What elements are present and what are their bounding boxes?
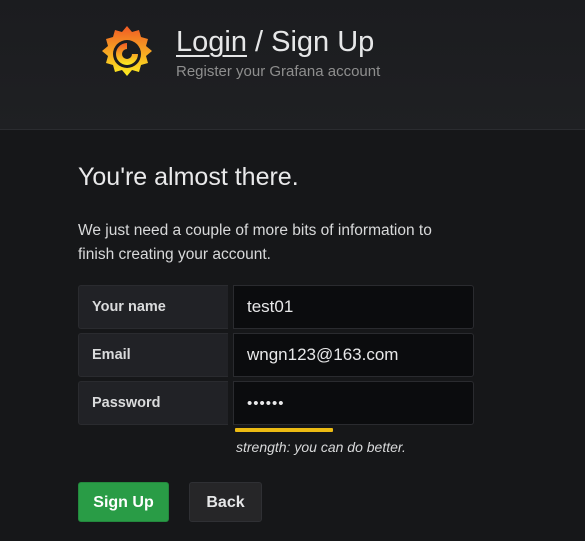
name-input[interactable] [233,285,474,329]
email-input[interactable] [233,333,474,377]
almost-there-heading: You're almost there. [78,163,299,191]
password-input[interactable] [233,381,474,425]
page-title: Login / Sign Up [176,24,374,60]
page-subtitle: Register your Grafana account [176,63,381,80]
instructions-text: We just need a couple of more bits of in… [78,222,432,263]
back-button[interactable]: Back [189,482,262,522]
password-row: Password [78,381,474,425]
name-label: Your name [78,285,228,329]
password-label: Password [78,381,228,425]
page-header: Login / Sign Up Register your Grafana ac… [0,0,585,130]
sign-up-button[interactable]: Sign Up [78,482,169,522]
name-row: Your name [78,285,474,329]
email-label: Email [78,333,228,377]
login-link[interactable]: Login [176,26,247,58]
password-strength-bar [235,428,333,432]
grafana-logo-icon [102,26,152,76]
email-row: Email [78,333,474,377]
title-separator: / [246,26,272,58]
password-strength-text: strength: you can do better. [236,439,406,455]
signup-title: Sign Up [271,26,375,58]
